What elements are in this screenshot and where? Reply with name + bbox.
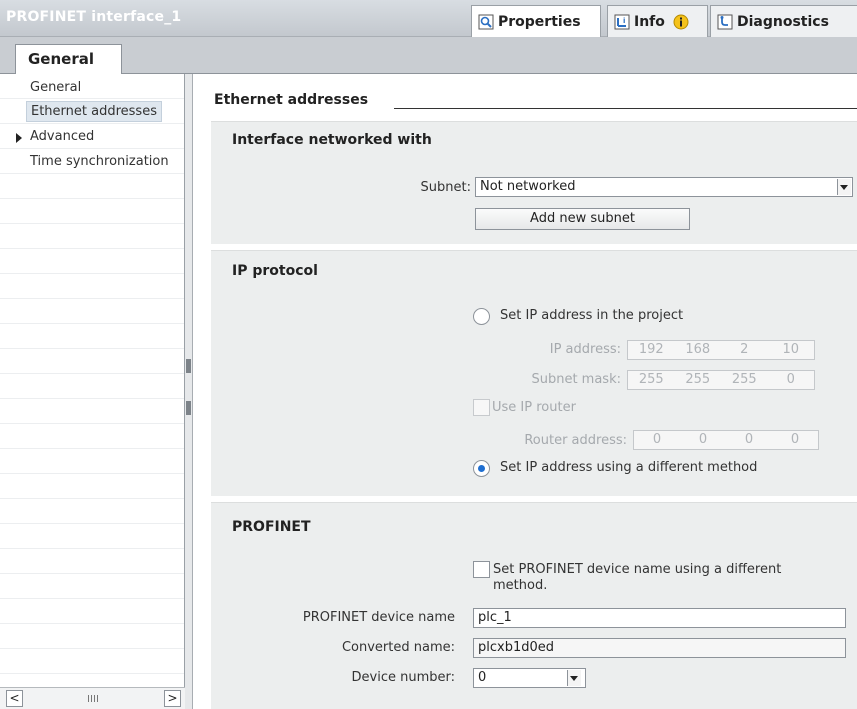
panel-ip-protocol: IP protocol Set IP address in the projec… — [211, 250, 857, 496]
page-title: Ethernet addresses — [214, 92, 369, 108]
sidebar-item-time-synchronization[interactable]: Time synchronization — [8, 152, 173, 173]
collapse-right-icon[interactable] — [186, 401, 191, 415]
radio-set-ip-different-method[interactable] — [473, 460, 490, 477]
ip-octet: 192 — [638, 342, 664, 357]
device-name-field[interactable]: plc_1 — [473, 608, 846, 628]
pane-splitter[interactable] — [185, 74, 193, 709]
diagnostics-icon — [717, 14, 733, 30]
router-octet: 0 — [790, 432, 800, 447]
svg-text:i: i — [623, 17, 625, 25]
radio-set-ip-in-project[interactable] — [473, 308, 490, 325]
ip-octet: 2 — [740, 342, 749, 357]
device-number-value: 0 — [478, 670, 487, 685]
subnet-label: Subnet: — [420, 180, 471, 195]
collapse-left-icon[interactable] — [186, 359, 191, 373]
tab-properties[interactable]: Properties — [471, 5, 601, 37]
sidebar-item-general[interactable]: General — [8, 78, 85, 99]
panel-interface-networked: Interface networked with Subnet: Not net… — [211, 121, 857, 244]
mask-octet: 255 — [731, 372, 757, 387]
sidebar-item-advanced[interactable]: Advanced — [8, 127, 98, 148]
subnet-value: Not networked — [480, 179, 576, 194]
set-ip-in-project-label: Set IP address in the project — [500, 308, 684, 323]
tab-diagnostics[interactable]: Diagnostics — [710, 5, 857, 37]
tab-info[interactable]: i Info — [607, 5, 708, 37]
tab-diagnostics-label: Diagnostics — [737, 13, 829, 30]
router-octet: 0 — [652, 432, 662, 447]
sidebar-horizontal-scrollbar[interactable]: < > — [0, 687, 185, 709]
tab-info-label: Info — [634, 13, 665, 30]
properties-icon — [478, 14, 494, 30]
device-name-label: PROFINET device name — [302, 610, 455, 625]
navigation-sidebar: General Ethernet addresses Advanced Time… — [0, 74, 185, 709]
router-octet: 0 — [744, 432, 754, 447]
use-ip-router-checkbox — [473, 399, 490, 416]
tab-general[interactable]: General — [15, 44, 122, 74]
inspector-titlebar: PROFINET interface_1 Properties i Info D… — [0, 0, 857, 37]
sidebar-item-advanced-label: Advanced — [30, 129, 95, 144]
tab-properties-label: Properties — [498, 13, 581, 30]
use-ip-router-label: Use IP router — [492, 400, 576, 415]
panel-profinet: PROFINET Set PROFINET device name using … — [211, 502, 857, 709]
router-address-field: 0 0 0 0 — [633, 430, 819, 450]
subnet-mask-field: 255 255 255 0 — [627, 370, 815, 390]
set-profinet-name-label: Set PROFINET device name using a differe… — [493, 562, 782, 593]
ip-octet: 10 — [782, 342, 800, 357]
router-octet: 0 — [698, 432, 708, 447]
ip-address-field: 192 168 2 10 — [627, 340, 815, 360]
device-number-dropdown[interactable]: 0 — [473, 668, 586, 688]
sidebar-item-ethernet-addresses[interactable]: Ethernet addresses — [26, 101, 162, 122]
mask-octet: 0 — [786, 372, 795, 387]
subnet-mask-label: Subnet mask: — [531, 372, 621, 387]
router-address-label: Router address: — [524, 433, 627, 448]
mask-octet: 255 — [638, 372, 664, 387]
info-icon: i — [614, 14, 630, 30]
chevron-down-icon[interactable] — [837, 179, 851, 195]
window-title: PROFINET interface_1 — [6, 9, 182, 25]
set-profinet-name-checkbox[interactable] — [473, 561, 490, 578]
mask-octet: 255 — [685, 372, 711, 387]
expand-arrow-icon[interactable] — [16, 133, 22, 143]
section-tabstrip: General — [0, 37, 857, 74]
scroll-left-button[interactable]: < — [6, 690, 23, 707]
converted-name-field: plcxb1d0ed — [473, 638, 846, 658]
scroll-right-button[interactable]: > — [164, 690, 181, 707]
chevron-down-icon[interactable] — [567, 670, 581, 686]
heading-rule — [394, 108, 857, 109]
info-warning-icon — [673, 14, 689, 30]
panel-title-profinet: PROFINET — [232, 519, 311, 535]
panel-title-interface: Interface networked with — [232, 132, 432, 148]
ip-octet: 168 — [685, 342, 711, 357]
scroll-thumb-grip-icon[interactable] — [88, 695, 98, 702]
properties-content: Ethernet addresses Interface networked w… — [194, 74, 857, 709]
set-ip-different-method-label: Set IP address using a different method — [500, 460, 758, 475]
ip-address-label: IP address: — [549, 342, 621, 357]
add-new-subnet-button[interactable]: Add new subnet — [475, 208, 690, 230]
converted-name-label: Converted name: — [341, 640, 455, 655]
subnet-dropdown[interactable]: Not networked — [475, 177, 853, 197]
panel-title-ip: IP protocol — [232, 263, 318, 279]
device-number-label: Device number: — [351, 670, 455, 685]
